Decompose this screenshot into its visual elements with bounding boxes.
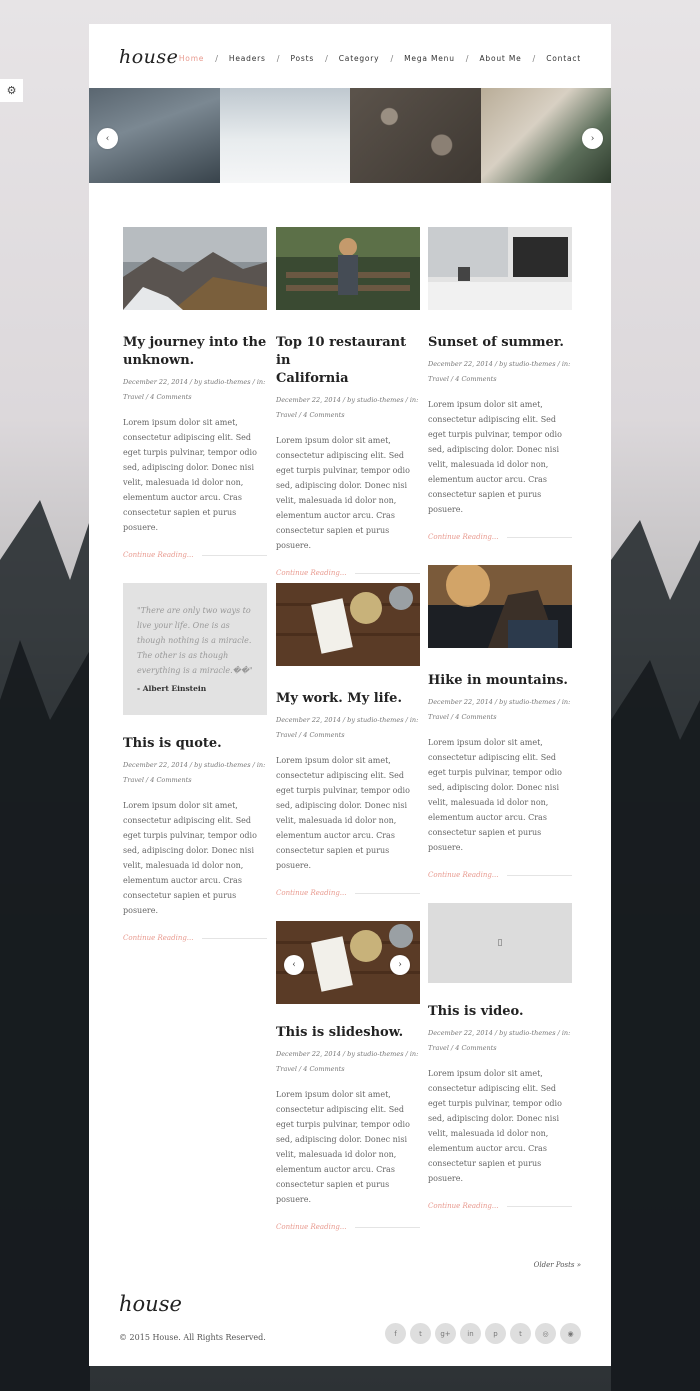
instagram-icon[interactable]: ◎ (535, 1323, 556, 1344)
quote-block: "There are only two ways to live your lif… (123, 583, 267, 715)
post-title[interactable]: This is video. (428, 1003, 572, 1021)
slider-next-button[interactable]: › (582, 128, 603, 149)
post-title[interactable]: Hike in mountains. (428, 672, 572, 690)
post-excerpt: Lorem ipsum dolor sit amet, consectetur a… (428, 738, 562, 852)
quote-author: - Albert Einstein (137, 684, 207, 693)
post-title[interactable]: My work. My life. (276, 690, 420, 708)
nav-item-home[interactable]: Home (179, 54, 204, 63)
video-embed[interactable]: ▯ (428, 903, 572, 983)
post-thumbnail-desk[interactable] (428, 227, 572, 310)
google-plus-icon[interactable]: g+ (435, 1323, 456, 1344)
post-meta: December 22, 2014 / by studio-themes / i… (123, 761, 266, 784)
broken-file-icon: ▯ (497, 938, 503, 948)
post-excerpt: Lorem ipsum dolor sit amet, consectetur a… (276, 436, 410, 550)
main-nav: Home / Headers / Posts / Category / Mega… (178, 54, 581, 63)
linkedin-icon[interactable]: in (460, 1323, 481, 1344)
slideshow-next-button[interactable]: › (390, 955, 410, 975)
chevron-left-icon: ‹ (292, 960, 296, 970)
continue-reading-link[interactable]: Continue Reading... (428, 533, 572, 541)
post-card: ‹ › This is slideshow. December 22, 2014… (276, 921, 420, 1231)
hero-slider (89, 88, 611, 183)
post-meta: December 22, 2014 / by studio-themes / i… (123, 378, 266, 401)
nav-item-contact[interactable]: Contact (546, 54, 581, 63)
post-excerpt: Lorem ipsum dolor sit amet, consectetur a… (276, 756, 410, 870)
continue-reading-link[interactable]: Continue Reading... (276, 889, 420, 897)
nav-item-category[interactable]: Category (339, 54, 380, 63)
facebook-icon[interactable]: f (385, 1323, 406, 1344)
continue-reading-link[interactable]: Continue Reading... (276, 569, 420, 577)
post-meta: December 22, 2014 / by studio-themes / i… (276, 1050, 419, 1073)
post-card: ▯ This is video. December 22, 2014 / by … (428, 903, 572, 1210)
tumblr-icon[interactable]: t (510, 1323, 531, 1344)
post-thumbnail-woman-bench[interactable] (276, 227, 420, 310)
post-title[interactable]: Sunset of summer. (428, 334, 572, 352)
post-meta: December 22, 2014 / by studio-themes / i… (428, 1029, 571, 1052)
post-card: Hike in mountains. December 22, 2014 / b… (428, 563, 572, 879)
nav-item-mega-menu[interactable]: Mega Menu (404, 54, 455, 63)
post-meta: December 22, 2014 / by studio-themes / i… (276, 716, 419, 739)
continue-reading-link[interactable]: Continue Reading... (123, 551, 267, 559)
page-container: house Home / Headers / Posts / Category … (89, 24, 611, 1366)
slider-prev-button[interactable]: ‹ (97, 128, 118, 149)
post-title[interactable]: This is quote. (123, 735, 267, 753)
site-logo[interactable]: house (119, 46, 178, 68)
pinterest-icon[interactable]: p (485, 1323, 506, 1344)
slide-image-logs (350, 88, 481, 183)
continue-reading-link[interactable]: Continue Reading... (276, 1223, 420, 1231)
post-excerpt: Lorem ipsum dolor sit amet, consectetur a… (123, 801, 257, 915)
post-excerpt: Lorem ipsum dolor sit amet, consectetur a… (123, 418, 257, 532)
slideshow-prev-button[interactable]: ‹ (284, 955, 304, 975)
continue-reading-link[interactable]: Continue Reading... (123, 934, 267, 942)
chevron-left-icon: ‹ (105, 133, 110, 144)
nav-item-posts[interactable]: Posts (290, 54, 314, 63)
twitter-icon[interactable]: t (410, 1323, 431, 1344)
continue-reading-link[interactable]: Continue Reading... (428, 871, 572, 879)
continue-reading-link[interactable]: Continue Reading... (428, 1202, 572, 1210)
older-posts-link[interactable]: Older Posts » (534, 1261, 581, 1269)
post-card: Sunset of summer. December 22, 2014 / by… (428, 227, 572, 541)
post-thumbnail-mountains[interactable] (123, 227, 267, 310)
social-links: f t g+ in p t ◎ ◉ (381, 1323, 581, 1344)
gear-icon: ⚙ (6, 84, 17, 97)
rss-icon[interactable]: ◉ (560, 1323, 581, 1344)
post-card: My work. My life. December 22, 2014 / by… (276, 583, 420, 897)
nav-item-about-me[interactable]: About Me (479, 54, 521, 63)
post-title[interactable]: My journey into the unknown. (123, 334, 267, 370)
settings-toggle-button[interactable]: ⚙ (0, 79, 23, 102)
chevron-right-icon: › (398, 960, 402, 970)
post-meta: December 22, 2014 / by studio-themes / i… (428, 360, 571, 383)
post-title[interactable]: Top 10 restaurant in California (276, 334, 420, 388)
post-card: Top 10 restaurant in California December … (276, 227, 420, 577)
post-slideshow: ‹ › (276, 921, 420, 1004)
post-excerpt: Lorem ipsum dolor sit amet, consectetur a… (276, 1090, 410, 1204)
post-meta: December 22, 2014 / by studio-themes / i… (428, 698, 571, 721)
copyright-text: © 2015 House. All Rights Reserved. (119, 1333, 266, 1342)
nav-item-headers[interactable]: Headers (229, 54, 266, 63)
post-thumbnail-sunset-car[interactable] (428, 563, 572, 648)
post-thumbnail-drink-table[interactable] (276, 583, 420, 666)
post-meta: December 22, 2014 / by studio-themes / i… (276, 396, 419, 419)
slide-image-snowy-road (219, 88, 350, 183)
post-excerpt: Lorem ipsum dolor sit amet, consectetur a… (428, 400, 562, 514)
footer-logo[interactable]: house (119, 1292, 182, 1316)
post-excerpt: Lorem ipsum dolor sit amet, consectetur a… (428, 1069, 562, 1183)
quote-text: "There are only two ways to live your lif… (137, 606, 253, 675)
post-title[interactable]: This is slideshow. (276, 1024, 420, 1042)
chevron-right-icon: › (590, 133, 595, 144)
post-card: "There are only two ways to live your lif… (123, 583, 267, 942)
post-card: My journey into the unknown. December 22,… (123, 227, 267, 559)
